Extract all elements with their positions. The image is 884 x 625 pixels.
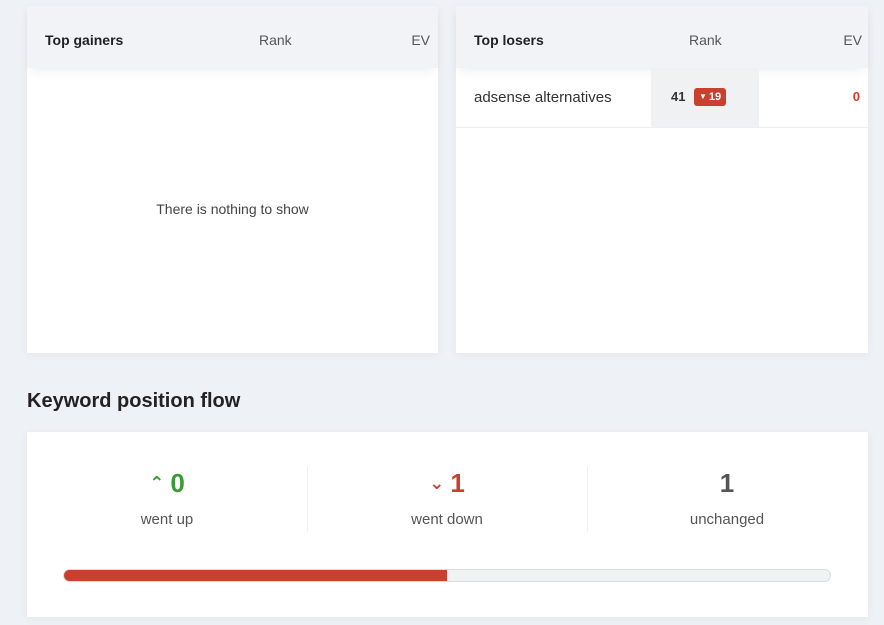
unchanged-label: unchanged [689,511,765,528]
went-down-progress-fill [64,570,447,581]
went-up-stat: ⌃ 0 went up [27,467,307,528]
ev-column-header[interactable]: EV [843,32,862,48]
section-title: Keyword position flow [27,390,241,412]
top-gainers-card: Top gainers Rank EV There is nothing to … [27,6,438,353]
went-up-value: 0 [170,468,185,498]
top-losers-card: Top losers Rank EV adsense alternatives … [456,6,868,353]
top-gainers-header: Top gainers Rank EV [27,6,438,68]
position-flow-progress-bar [63,569,831,582]
went-up-value-line: ⌃ 0 [27,467,307,499]
rank-cell: 41 ▼ 19 [651,68,759,127]
rank-column-header[interactable]: Rank [259,32,292,48]
top-losers-header: Top losers Rank EV [456,6,868,68]
triangle-down-icon: ▼ [699,92,707,101]
chevron-up-icon: ⌃ [149,473,165,493]
table-row[interactable]: adsense alternatives 41 ▼ 19 0 [456,68,868,128]
went-up-label: went up [140,511,194,528]
rank-change-value: 19 [708,91,722,103]
empty-state-message: There is nothing to show [156,201,309,217]
keyword-text[interactable]: adsense alternatives [474,89,612,106]
unchanged-stat: 1 unchanged [587,467,867,528]
top-losers-title: Top losers [474,32,544,48]
went-down-value-line: ⌄ 1 [307,467,587,499]
went-down-value: 1 [450,468,465,498]
chevron-down-icon: ⌄ [429,473,445,493]
went-down-stat: ⌄ 1 went down [307,467,587,528]
top-gainers-title: Top gainers [45,32,124,48]
keyword-position-flow-card: ⌃ 0 went up ⌄ 1 went down 1 unchanged [27,432,868,617]
ev-value: 0 [852,89,860,104]
went-down-label: went down [411,511,483,528]
unchanged-value: 1 [719,468,735,498]
ev-column-header[interactable]: EV [411,32,430,48]
rank-change-badge: ▼ 19 [694,88,727,106]
rank-value: 41 [671,89,686,104]
rank-column-header[interactable]: Rank [689,32,722,48]
